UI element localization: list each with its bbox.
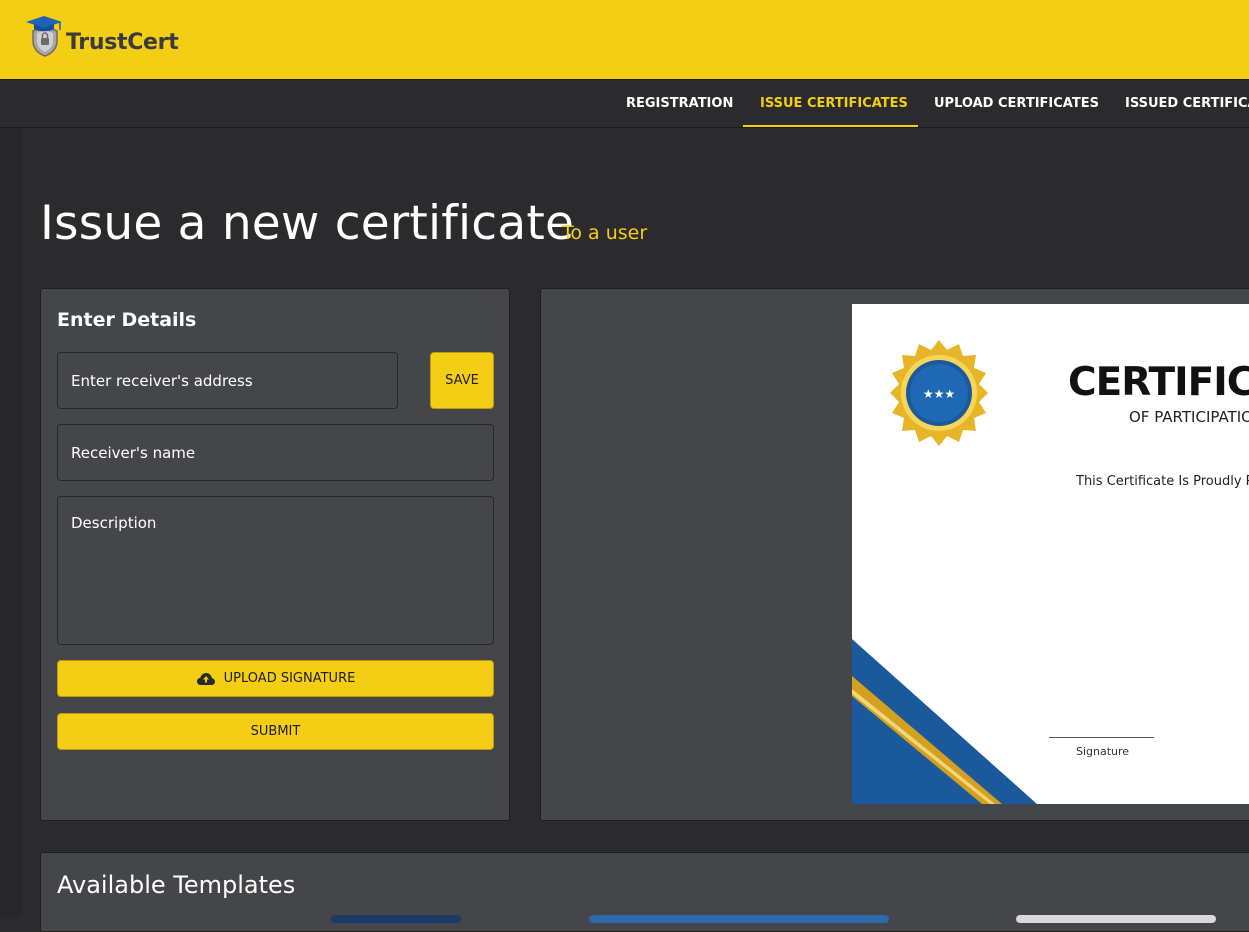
certificate-presented-line: This Certificate Is Proudly Presented To [1076, 474, 1249, 489]
upload-signature-button[interactable]: UPLOAD SIGNATURE [57, 660, 494, 697]
app-header: TrustCert [0, 0, 1249, 79]
signature-label: Signature [1076, 745, 1130, 758]
signature-line [1049, 737, 1154, 738]
template-thumbnail[interactable] [1016, 915, 1216, 923]
cloud-upload-icon [196, 672, 215, 685]
available-templates-card: Available Templates [40, 852, 1249, 932]
certificate-preview: ★★★ CERTIFICATE OF PARTICIPATION This Ce… [852, 304, 1249, 804]
description-textarea[interactable] [57, 496, 494, 645]
save-button[interactable]: SAVE [430, 352, 494, 409]
receiver-address-input[interactable] [57, 352, 398, 409]
brand-name[interactable]: TrustCert [66, 30, 179, 55]
certificate-preview-card: ★★★ CERTIFICATE OF PARTICIPATION This Ce… [540, 288, 1249, 821]
active-tab-indicator [743, 125, 918, 127]
left-gutter [0, 128, 22, 918]
svg-text:★★★: ★★★ [923, 387, 955, 401]
nav-item-upload-certificates[interactable]: UPLOAD CERTIFICATES [934, 80, 1099, 127]
details-form-card: Enter Details SAVE UPLOAD SIGNATURE SUBM… [40, 288, 510, 821]
shield-graduation-cap-icon[interactable] [24, 14, 66, 58]
page-subtitle: To a user [562, 222, 648, 244]
upload-signature-label: UPLOAD SIGNATURE [223, 671, 356, 686]
form-heading: Enter Details [57, 309, 197, 331]
page-title: Issue a new certificate [40, 196, 575, 251]
certificate-subtitle: OF PARTICIPATION [1129, 408, 1249, 426]
submit-button[interactable]: SUBMIT [57, 713, 494, 750]
gold-star-seal-icon: ★★★ [890, 340, 988, 446]
submit-label: SUBMIT [250, 724, 301, 739]
nav-item-issued-certificates[interactable]: ISSUED CERTIFICATES [1125, 80, 1249, 127]
nav-item-registration[interactable]: REGISTRATION [626, 80, 733, 127]
certificate-title: CERTIFICATE [1068, 360, 1249, 405]
template-thumbnail[interactable] [589, 915, 889, 923]
main-nav: REGISTRATION ISSUE CERTIFICATES UPLOAD C… [0, 79, 1249, 128]
receiver-name-input[interactable] [57, 424, 494, 481]
nav-item-issue-certificates[interactable]: ISSUE CERTIFICATES [760, 80, 908, 127]
template-thumbnail[interactable] [331, 915, 461, 923]
templates-heading: Available Templates [57, 871, 296, 899]
